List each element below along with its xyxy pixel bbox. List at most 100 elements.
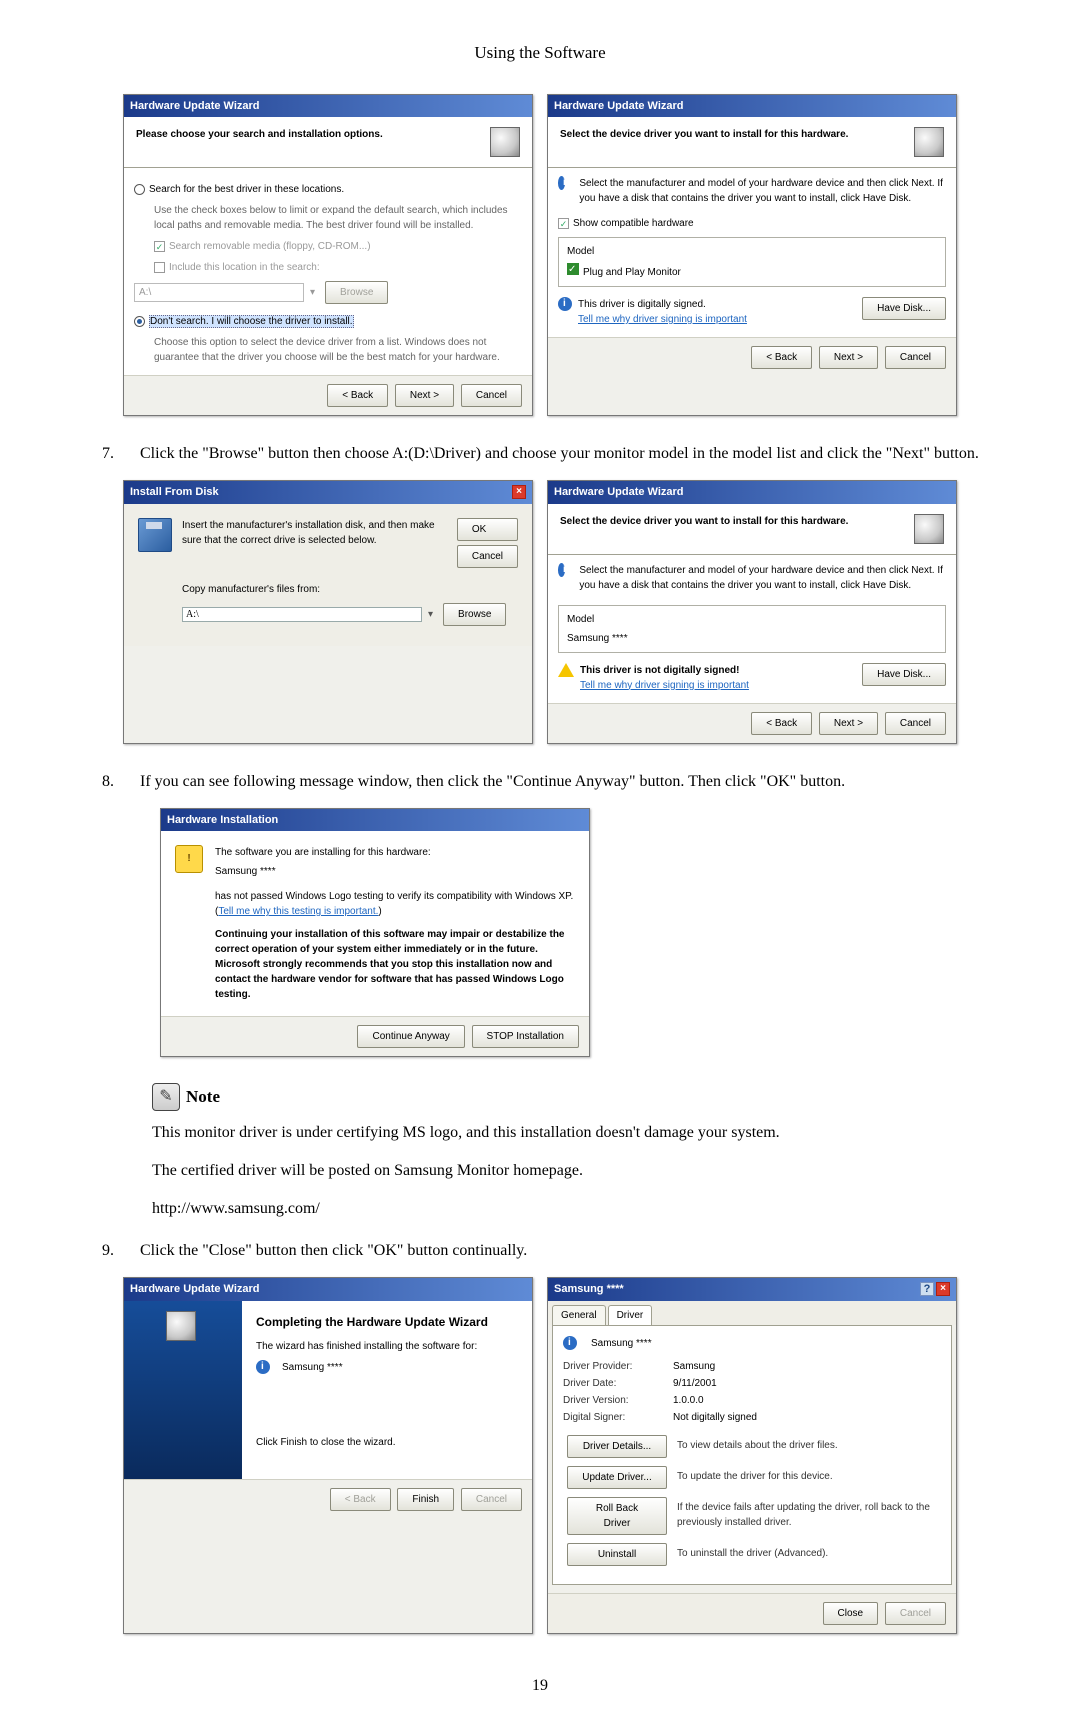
next-button[interactable]: Next > xyxy=(819,712,878,735)
chk-label: Include this location in the search: xyxy=(169,262,320,273)
monitor-icon xyxy=(490,127,520,157)
titlebar-text: Hardware Installation xyxy=(167,812,278,829)
model-row[interactable]: Samsung **** xyxy=(567,631,937,646)
driver-details-button[interactable]: Driver Details... xyxy=(567,1435,667,1458)
continue-anyway-button[interactable]: Continue Anyway xyxy=(357,1025,464,1048)
titlebar: Hardware Installation xyxy=(161,809,589,832)
figure-row-2: Install From Disk × Insert the manufactur… xyxy=(90,480,990,744)
close-button[interactable]: Close xyxy=(823,1602,879,1625)
browse-button[interactable]: Browse xyxy=(443,603,506,626)
hwinst-model: Samsung **** xyxy=(215,864,575,879)
tab-driver[interactable]: Driver xyxy=(608,1305,653,1325)
back-button: < Back xyxy=(330,1488,391,1511)
close-icon[interactable]: × xyxy=(512,485,526,499)
have-disk-button[interactable]: Have Disk... xyxy=(862,297,946,320)
uninstall-button[interactable]: Uninstall xyxy=(567,1543,667,1566)
monitor-icon xyxy=(914,127,944,157)
chk-label: Search removable media (floppy, CD-ROM..… xyxy=(169,241,371,252)
hwinst-link[interactable]: Tell me why this testing is important. xyxy=(218,906,378,917)
note-label: Note xyxy=(186,1084,220,1110)
radio-search-best[interactable] xyxy=(134,184,145,195)
prop-val: 9/11/2001 xyxy=(673,1376,717,1391)
complete-click: Click Finish to close the wizard. xyxy=(256,1435,518,1450)
cancel-button[interactable]: Cancel xyxy=(885,712,946,735)
dialog-select-driver-2: Hardware Update Wizard Select the device… xyxy=(547,480,957,744)
update-driver-button[interactable]: Update Driver... xyxy=(567,1466,667,1489)
note-url: http://www.samsung.com/ xyxy=(152,1197,990,1221)
path-input[interactable] xyxy=(182,607,422,622)
figure-row-1: Hardware Update Wizard Please choose you… xyxy=(90,94,990,417)
step-text: Click the "Browse" button then choose A:… xyxy=(140,442,990,466)
signed-icon xyxy=(567,263,579,275)
titlebar: Samsung ****?× xyxy=(548,1278,956,1301)
install-msg: Insert the manufacturer's installation d… xyxy=(182,518,443,568)
note-line-1: This monitor driver is under certifying … xyxy=(152,1121,990,1145)
floppy-icon xyxy=(138,518,172,552)
monitor-icon xyxy=(166,1311,196,1341)
page-number: 19 xyxy=(90,1674,990,1698)
close-icon[interactable]: × xyxy=(936,1282,950,1296)
have-disk-button[interactable]: Have Disk... xyxy=(862,663,946,686)
copy-label: Copy manufacturer's files from: xyxy=(182,582,518,597)
titlebar-text: Hardware Update Wizard xyxy=(554,484,684,501)
chk-removable-media xyxy=(154,241,165,252)
dialog-heading: Select the device driver you want to ins… xyxy=(560,127,848,142)
chk-label: Show compatible hardware xyxy=(573,218,694,229)
titlebar: Hardware Update Wizard xyxy=(124,1278,532,1301)
back-button[interactable]: < Back xyxy=(751,346,812,369)
next-button[interactable]: Next > xyxy=(819,346,878,369)
ok-button[interactable]: OK xyxy=(457,518,518,541)
titlebar-text: Hardware Update Wizard xyxy=(554,98,684,115)
chk-show-compatible[interactable] xyxy=(558,218,569,229)
cancel-button[interactable]: Cancel xyxy=(461,384,522,407)
prop-val: 1.0.0.0 xyxy=(673,1393,704,1408)
device-info-icon xyxy=(563,1336,577,1350)
dialog-heading: Please choose your search and installati… xyxy=(136,127,383,142)
complete-heading: Completing the Hardware Update Wizard xyxy=(256,1313,518,1331)
finish-button[interactable]: Finish xyxy=(397,1488,454,1511)
model-row[interactable]: Plug and Play Monitor xyxy=(583,267,681,278)
device-info-icon xyxy=(256,1360,270,1374)
cancel-button[interactable]: Cancel xyxy=(457,545,518,568)
dont-desc: Choose this option to select the device … xyxy=(154,335,522,365)
note-line-2: The certified driver will be posted on S… xyxy=(152,1159,990,1183)
complete-msg: The wizard has finished installing the s… xyxy=(256,1339,518,1354)
radio-label: Search for the best driver in these loca… xyxy=(149,184,344,195)
prop-name: Samsung **** xyxy=(591,1336,652,1351)
dialog-install-from-disk: Install From Disk × Insert the manufactur… xyxy=(123,480,533,744)
prop-val: Not digitally signed xyxy=(673,1410,757,1425)
cancel-button[interactable]: Cancel xyxy=(885,346,946,369)
radio-label: Don't search. I will choose the driver t… xyxy=(149,315,354,328)
figure-row-4: Hardware Update Wizard Completing the Ha… xyxy=(90,1277,990,1634)
dialog-select-driver-1: Hardware Update Wizard Select the device… xyxy=(547,94,957,417)
sign-link[interactable]: Tell me why driver signing is important xyxy=(580,678,749,693)
rollback-driver-button[interactable]: Roll Back Driver xyxy=(567,1497,667,1535)
step-number: 7. xyxy=(90,442,140,466)
dialog-heading: Select the device driver you want to ins… xyxy=(560,514,848,529)
signed-info-icon xyxy=(558,297,572,311)
prop-key: Driver Date: xyxy=(563,1376,673,1391)
titlebar-text: Install From Disk xyxy=(130,484,219,501)
titlebar-text: Hardware Update Wizard xyxy=(130,1281,260,1298)
sign-link[interactable]: Tell me why driver signing is important xyxy=(578,312,747,327)
step-number: 8. xyxy=(90,770,140,794)
back-button[interactable]: < Back xyxy=(751,712,812,735)
btn-desc: To uninstall the driver (Advanced). xyxy=(677,1543,828,1561)
titlebar-text: Hardware Update Wizard xyxy=(130,98,260,115)
prop-val: Samsung xyxy=(673,1359,715,1374)
page-title: Using the Software xyxy=(90,40,990,66)
back-button[interactable]: < Back xyxy=(327,384,388,407)
dialog-driver-properties: Samsung ****?× General Driver Samsung **… xyxy=(547,1277,957,1634)
signed-text: This driver is digitally signed. xyxy=(578,299,706,310)
model-list[interactable]: Model Samsung **** xyxy=(558,605,946,653)
stop-install-button[interactable]: STOP Installation xyxy=(472,1025,579,1048)
tab-general[interactable]: General xyxy=(552,1305,606,1325)
dialog-complete-wizard: Hardware Update Wizard Completing the Ha… xyxy=(123,1277,533,1634)
step-text: If you can see following message window,… xyxy=(140,770,990,794)
model-list[interactable]: Model Plug and Play Monitor xyxy=(558,237,946,287)
wizard-side-banner xyxy=(124,1301,242,1479)
next-button[interactable]: Next > xyxy=(395,384,454,407)
help-icon[interactable]: ? xyxy=(920,1282,934,1296)
radio-dont-search[interactable] xyxy=(134,316,145,327)
complete-model: Samsung **** xyxy=(282,1360,343,1375)
